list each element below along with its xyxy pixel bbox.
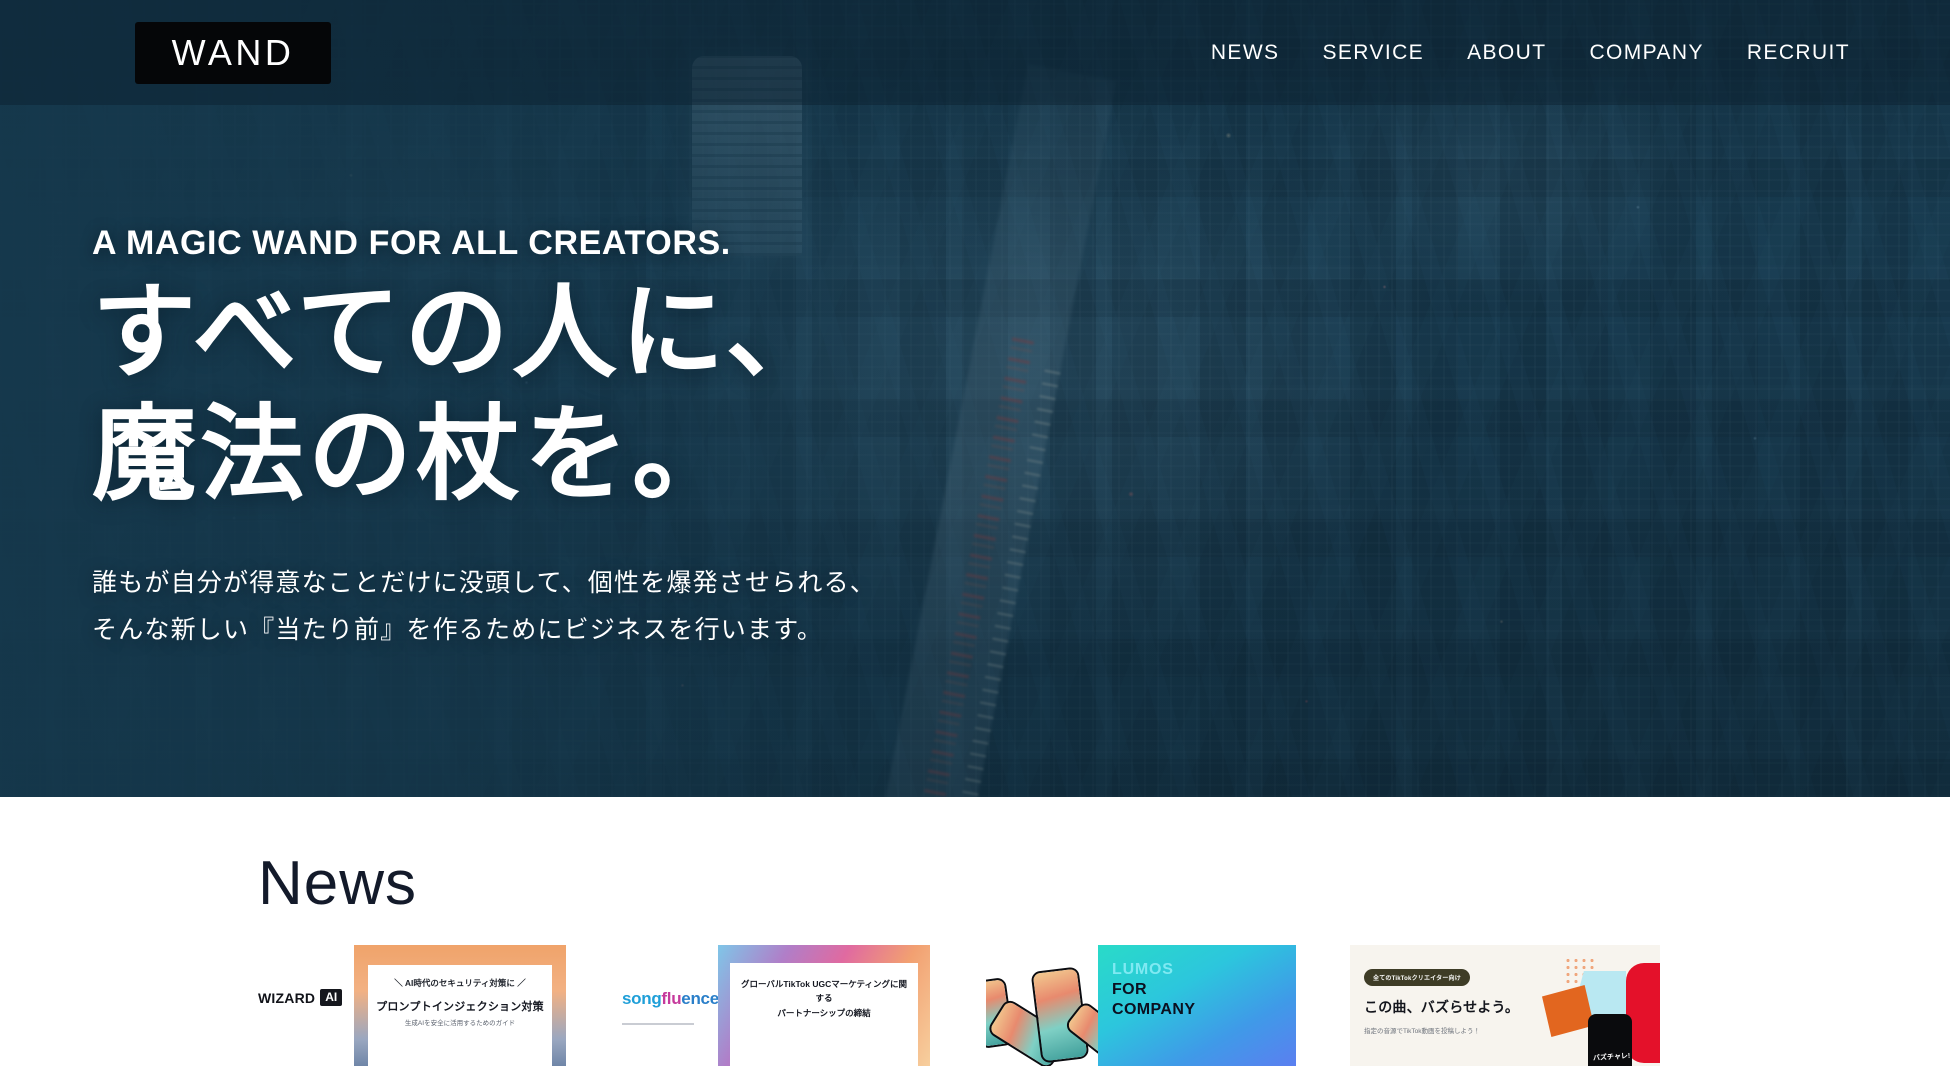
thumbnail-kicker: ＼ AI時代のセキュリティ対策に ／ [394,978,526,988]
wizard-ai-logo-word: WIZARD [258,989,316,1006]
nav-item-service[interactable]: SERVICE [1322,41,1424,65]
nav-item-about[interactable]: ABOUT [1467,41,1546,65]
news-card-songfluencer[interactable]: songfluencer グローバルTikTok UGCマーケティングに関する … [622,945,932,1066]
songfluencer-logo-part-2: flu [661,989,682,1008]
hero-headline: すべての人に、 魔法の杖を。 [92,273,876,516]
thumbnail-badge: 全てのTikTokクリエイター向け [1364,969,1470,986]
lumos-for-company-banner: LUMOS FOR COMPANY [1098,945,1296,1066]
thumbnail-inner-card: グローバルTikTok UGCマーケティングに関する パートナーシップの締結 [730,963,918,1066]
hero-eyebrow: A MAGIC WAND FOR ALL CREATORS. [92,224,731,262]
news-card-wizard-ai[interactable]: WIZARD AI ＼ AI時代のセキュリティ対策に ／ プロンプトインジェクシ… [258,945,568,1066]
hero-lede-line-1: 誰もが自分が得意なことだけに没頭して、個性を爆発させられる、 [92,569,877,598]
news-card-thumbnail[interactable]: グローバルTikTok UGCマーケティングに関する パートナーシップの締結 [718,945,930,1066]
lumos-banner-line-1: LUMOS [1112,961,1174,978]
news-card-buzz-challenge[interactable]: 全てのTikTokクリエイター向け この曲、バズらせよう。 指定の音源でTikT… [1350,945,1660,1066]
phone-mockups-image [986,945,1098,1066]
lumos-banner-line-3: COMPANY [1112,1001,1196,1018]
hero-copy: A MAGIC WAND FOR ALL CREATORS. すべての人に、 魔… [92,224,876,653]
thumbnail-title-line-2: パートナーシップの締結 [777,1007,871,1018]
wizard-ai-logo-chip: AI [320,989,343,1007]
wizard-ai-logo: WIZARD AI [258,989,343,1007]
hero-lede-line-2: そんな新しい『当たり前』を作るためにビジネスを行います。 [92,615,824,644]
thumbnail-title-line-1: グローバルTikTok UGCマーケティングに関する [740,979,908,1004]
divider-rule [622,1023,694,1025]
main-navigation: NEWS SERVICE ABOUT COMPANY RECRUIT [1211,41,1850,65]
site-header: WAND NEWS SERVICE ABOUT COMPANY RECRUIT [0,0,1950,105]
songfluencer-logo: songfluencer [622,989,725,1009]
songfluencer-logo-part-1: song [622,989,662,1008]
nav-item-recruit[interactable]: RECRUIT [1747,41,1850,65]
news-card-thumbnail[interactable]: ＼ AI時代のセキュリティ対策に ／ プロンプトインジェクション対策 生成AIを… [354,945,566,1066]
site-logo-text: WAND [171,31,295,73]
thumbnail-title: プロンプトインジェクション対策 [376,1001,544,1013]
news-card-thumbnail[interactable]: 全てのTikTokクリエイター向け この曲、バズらせよう。 指定の音源でTikT… [1350,945,1660,1066]
lumos-banner-line-2: FOR [1112,981,1147,998]
site-logo[interactable]: WAND [135,21,331,84]
news-heading: News [258,849,418,918]
news-card-lumos[interactable]: LUMOS FOR COMPANY [986,945,1296,1066]
news-section: News WIZARD AI ＼ AI時代のセキュリティ対策に ／ プロンプトイ… [0,797,1950,1066]
news-card-logo-area: WIZARD AI [258,945,354,1007]
nav-item-company[interactable]: COMPANY [1589,41,1703,65]
news-card-thumbnail[interactable]: LUMOS FOR COMPANY [986,945,1296,1066]
thumbnail-subtitle: 生成AIを安全に活用するためのガイド [404,1020,516,1027]
news-card-logo-area: songfluencer [622,945,725,1025]
hero-section: WAND NEWS SERVICE ABOUT COMPANY RECRUIT … [0,0,1950,797]
nav-item-news[interactable]: NEWS [1211,41,1280,65]
hero-headline-line-1: すべての人に、 [92,275,834,391]
hero-lede: 誰もが自分が得意なことだけに没頭して、個性を爆発させられる、 そんな新しい『当た… [92,560,876,653]
thumbnail-inner-card: ＼ AI時代のセキュリティ対策に ／ プロンプトインジェクション対策 生成AIを… [368,965,552,1066]
news-card-list: WIZARD AI ＼ AI時代のセキュリティ対策に ／ プロンプトインジェクシ… [258,945,1660,1066]
hero-headline-line-2: 魔法の杖を。 [92,396,741,513]
